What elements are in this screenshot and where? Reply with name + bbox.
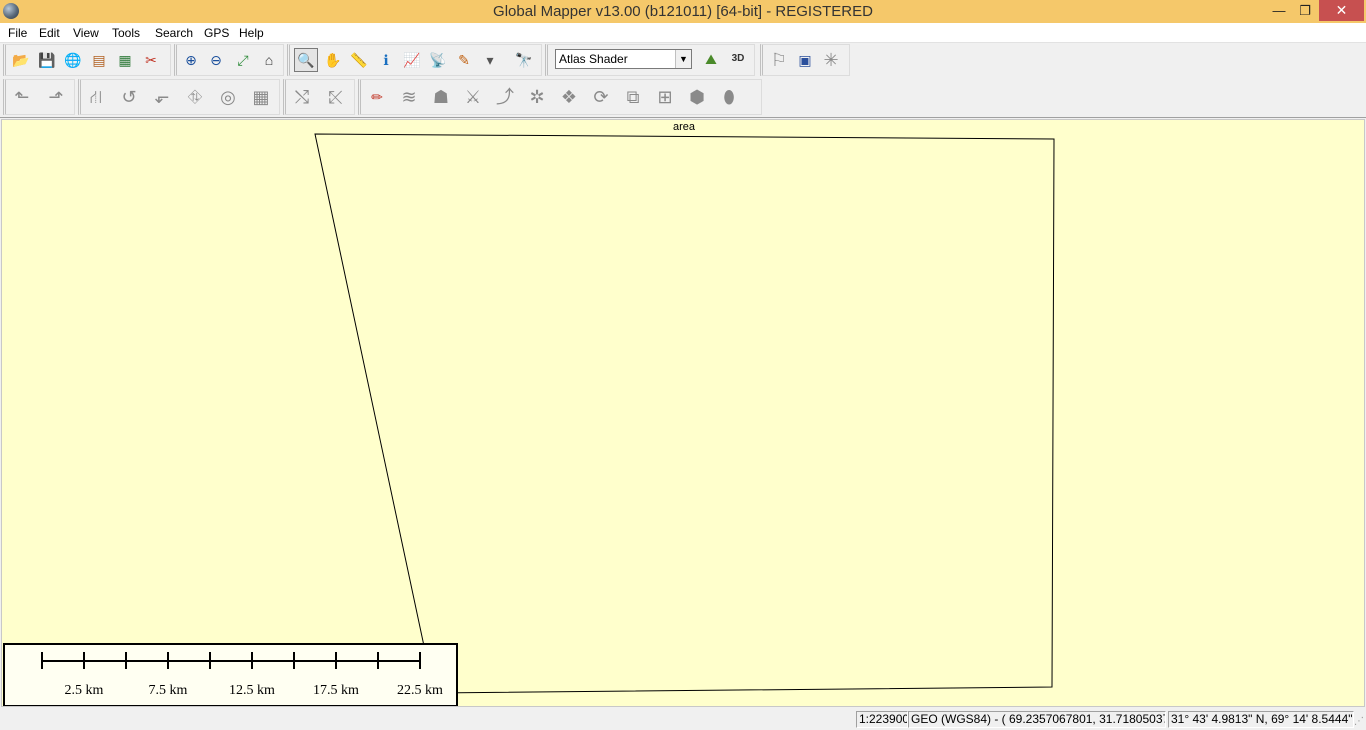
contour-icon[interactable]: ≋ <box>397 85 421 109</box>
join-icon[interactable]: ⤴ <box>493 85 517 109</box>
edit-toolbar-a: ⬑ ⬏ <box>3 79 75 115</box>
align-icon[interactable]: ⊞ <box>653 85 677 109</box>
menu-bar: File Edit View Tools Search GPS Help <box>0 23 1366 43</box>
map-scale-readout: 1:223900 <box>856 711 908 728</box>
rotate-icon[interactable]: ⟳ <box>589 85 613 109</box>
pan-hand-icon[interactable]: ✋ <box>321 48 345 72</box>
path-profile-icon[interactable]: 📈 <box>400 48 424 72</box>
menu-tools[interactable]: Tools <box>108 23 144 43</box>
scale-bar: 2.5 km 7.5 km 12.5 km 17.5 km 22.5 km <box>3 643 458 706</box>
open-folder-icon[interactable]: 📂 <box>9 48 33 72</box>
smooth-icon[interactable]: ❖ <box>557 85 581 109</box>
menu-edit[interactable]: Edit <box>35 23 64 43</box>
scale-label: 7.5 km <box>148 683 188 698</box>
status-bar: 1:223900 GEO (WGS84) - ( 69.2357067801, … <box>0 708 1366 730</box>
menu-gps[interactable]: GPS <box>200 23 233 43</box>
home-icon[interactable]: ⌂ <box>257 48 281 72</box>
menu-view[interactable]: View <box>69 23 103 43</box>
edit-feature-icon[interactable]: ⬑ <box>10 85 34 109</box>
flag-icon[interactable]: ⚐ <box>767 48 791 72</box>
shader-select-value: Atlas Shader <box>559 52 628 66</box>
chevron-down-icon[interactable]: ▼ <box>675 50 691 68</box>
misc-toolbar: ⚐ ▣ ✳ <box>760 44 850 76</box>
create-line-icon[interactable]: ⛙ <box>84 85 108 109</box>
edit-toolbar-b: ⛙ ↺ ⬐ ⛗ ◎ ▦ <box>78 79 280 115</box>
zoom-in-icon[interactable]: ⊕ <box>179 48 203 72</box>
edit-toolbar-d: ✏ ≋ ☗ ⚔ ⤴ ✲ ❖ ⟳ ⧉ ⊞ ⬢ ⬮ <box>358 79 762 115</box>
area-polygon[interactable] <box>2 120 1365 707</box>
scale-label: 22.5 km <box>397 683 443 698</box>
split-icon[interactable]: ⛗ <box>183 85 207 109</box>
shader-settings-icon[interactable]: ⛰ <box>699 47 723 71</box>
map-canvas[interactable]: area 2.5 km 7.5 km 12.5 km 17.5 km 22.5 … <box>1 119 1365 707</box>
globe-icon[interactable]: 🌐 <box>61 48 85 72</box>
scale-label: 2.5 km <box>64 683 104 698</box>
dms-coords-readout: 31° 43' 4.9813" N, 69° 14' 8.5444" E <box>1168 711 1354 728</box>
measure-icon[interactable]: 📏 <box>347 48 371 72</box>
zoom-out-icon[interactable]: ⊖ <box>204 48 228 72</box>
binoculars-icon[interactable]: 🔭 <box>512 48 536 72</box>
edit-vertex-icon[interactable]: ⬏ <box>44 85 68 109</box>
window-title: Global Mapper v13.00 (b121011) [64-bit] … <box>493 3 873 20</box>
draw-line-icon[interactable]: ✏ <box>365 85 389 109</box>
buffer-icon[interactable]: ✲ <box>525 85 549 109</box>
resize-grip-icon[interactable]: ⋰ <box>1354 716 1364 728</box>
move-point-icon[interactable]: ⤭ <box>290 85 314 109</box>
restore-button[interactable]: ❐ <box>1292 0 1318 21</box>
zoom-extent-icon[interactable]: ⤢ <box>231 48 255 72</box>
add-point-icon[interactable]: ⤪ <box>324 85 348 109</box>
blob-icon[interactable]: ⬮ <box>717 85 741 109</box>
projection-coords-readout: GEO (WGS84) - ( 69.2357067801, 31.718050… <box>908 711 1166 728</box>
digitizer-icon[interactable]: ✎ <box>452 48 476 72</box>
file-toolbar: 📂 💾 🌐 ▤ ▦ ✂ <box>3 44 171 76</box>
minimize-button[interactable]: — <box>1266 0 1292 21</box>
edit-toolbar-c: ⤭ ⤪ <box>283 79 355 115</box>
toolbar-area: 📂 💾 🌐 ▤ ▦ ✂ ⊕ ⊖ ⤢ ⌂ 🔍 ✋ 📏 ℹ 📈 📡 ✎ ▾ 🔭 At… <box>0 43 1366 118</box>
shader-select[interactable]: Atlas Shader ▼ <box>555 49 692 69</box>
window-icon[interactable]: ▣ <box>793 48 817 72</box>
scale-icon[interactable]: ⧉ <box>621 85 645 109</box>
menu-search[interactable]: Search <box>151 23 197 43</box>
scale-label: 17.5 km <box>313 683 359 698</box>
scale-label: 12.5 km <box>229 683 275 698</box>
menu-help[interactable]: Help <box>235 23 268 43</box>
merge-icon[interactable]: ⬢ <box>685 85 709 109</box>
feature-info-icon[interactable]: ℹ <box>374 48 398 72</box>
config-icon[interactable]: ▦ <box>113 48 137 72</box>
dropdown-tool-icon[interactable]: ▾ <box>478 48 502 72</box>
feature-label: area <box>672 121 696 133</box>
zoom-toolbar: ⊕ ⊖ ⤢ ⌂ <box>174 44 284 76</box>
close-button[interactable]: ✕ <box>1319 0 1364 21</box>
sparkle-icon[interactable]: ✳ <box>819 48 843 72</box>
cut-icon[interactable]: ⚔ <box>461 85 485 109</box>
create-curve-icon[interactable]: ↺ <box>117 85 141 109</box>
view-shed-icon[interactable]: 📡 <box>426 48 450 72</box>
save-icon[interactable]: 💾 <box>35 48 59 72</box>
3d-view-icon[interactable]: 3D <box>726 47 750 71</box>
circle-icon[interactable]: ◎ <box>216 85 240 109</box>
grid-icon[interactable]: ▦ <box>249 85 273 109</box>
overlay-control-icon[interactable]: ▤ <box>87 48 111 72</box>
menu-file[interactable]: File <box>4 23 31 43</box>
tools-icon[interactable]: ✂ <box>139 48 163 72</box>
title-bar: Global Mapper v13.00 (b121011) [64-bit] … <box>0 0 1366 23</box>
zoom-tool-icon[interactable]: 🔍 <box>294 48 318 72</box>
create-area-icon[interactable]: ⬐ <box>150 85 174 109</box>
shape-icon[interactable]: ☗ <box>429 85 453 109</box>
tools-toolbar: 🔍 ✋ 📏 ℹ 📈 📡 ✎ ▾ 🔭 <box>287 44 542 76</box>
